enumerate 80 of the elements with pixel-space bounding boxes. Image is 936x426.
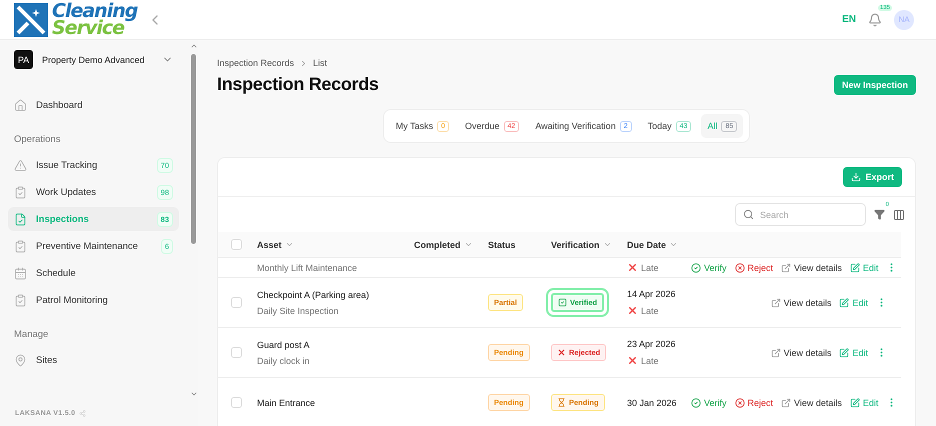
workspace-selector[interactable]: PA Property Demo Advanced xyxy=(8,50,179,69)
sort-icon xyxy=(669,240,678,249)
external-link-icon xyxy=(781,262,792,272)
due-date: 23 Apr 2026 xyxy=(627,339,677,349)
view-details-link[interactable]: View details xyxy=(770,298,832,308)
bell-icon[interactable] xyxy=(868,12,882,26)
due-note: Late xyxy=(627,262,691,273)
reject-link[interactable]: Reject xyxy=(734,398,774,408)
sort-icon xyxy=(284,240,294,249)
nav-item[interactable]: Schedule xyxy=(8,261,179,285)
column-header: Status xyxy=(488,240,517,250)
warning-icon xyxy=(14,158,27,172)
nav-item[interactable]: Patrol Monitoring xyxy=(8,288,179,312)
breadcrumb-item: List xyxy=(313,58,328,68)
clipboard-icon xyxy=(14,240,27,252)
asset-subtitle: Monthly Lift Maintenance xyxy=(257,262,358,272)
check-circle-icon xyxy=(691,262,701,272)
status-icon xyxy=(557,348,566,357)
x-circle-icon xyxy=(734,262,745,272)
file-check-icon xyxy=(14,212,27,226)
asset-subtitle: Daily Site Inspection xyxy=(257,306,340,316)
sort-icon xyxy=(464,240,473,249)
x-icon xyxy=(627,305,638,316)
reject-link[interactable]: Reject xyxy=(734,262,774,272)
download-icon xyxy=(851,172,862,182)
nav-section-label: Manage xyxy=(13,328,50,342)
x-circle-icon xyxy=(734,398,745,408)
home-icon xyxy=(14,98,27,112)
pen-square-icon xyxy=(850,262,860,272)
clipboard-icon xyxy=(14,294,27,306)
status-icon xyxy=(557,398,566,407)
external-link-icon xyxy=(781,398,792,408)
logo-text: Service xyxy=(52,20,124,36)
due-date: 14 Apr 2026 xyxy=(627,289,677,299)
column-header[interactable]: Verification xyxy=(551,240,627,250)
asset-title: Guard post A xyxy=(257,340,311,350)
x-icon xyxy=(627,262,638,273)
column-header[interactable]: Completed xyxy=(414,240,488,250)
asset-subtitle: Daily clock in xyxy=(257,356,311,366)
logo-text: Cleaning xyxy=(52,2,138,20)
column-header[interactable]: Asset xyxy=(257,240,414,250)
map-pin-icon xyxy=(14,354,27,366)
page-title: Inspection Records xyxy=(217,74,379,95)
columns-icon[interactable] xyxy=(893,208,905,220)
nav-section-label: Operations xyxy=(13,133,62,147)
pen-square-icon xyxy=(850,398,860,408)
search-icon xyxy=(743,209,754,220)
external-link-icon xyxy=(770,348,781,358)
scroll-down-icon[interactable] xyxy=(190,390,198,398)
view-details-link[interactable]: View details xyxy=(781,398,842,408)
pen-square-icon xyxy=(839,298,850,308)
nav-item[interactable]: Sites xyxy=(8,348,179,372)
row-checkbox[interactable] xyxy=(231,347,242,358)
due-date: 30 Jan 2026 xyxy=(627,398,678,408)
x-icon xyxy=(627,355,638,366)
workspace-avatar: PA xyxy=(14,50,33,69)
pen-square-icon xyxy=(839,348,850,358)
sort-icon xyxy=(602,240,612,249)
share-icon xyxy=(79,410,86,416)
row-checkbox[interactable] xyxy=(231,397,242,408)
asset-title: Main Entrance xyxy=(257,398,316,408)
due-note: Late xyxy=(627,305,691,316)
clipboard-icon xyxy=(14,186,27,198)
calendar-icon xyxy=(14,266,27,280)
check-circle-icon xyxy=(691,398,701,408)
scrollbar-thumb[interactable] xyxy=(191,54,196,244)
status-icon xyxy=(558,298,567,307)
view-details-link[interactable]: View details xyxy=(781,262,842,272)
breadcrumb-item[interactable]: Inspection Records xyxy=(217,58,294,68)
row-checkbox[interactable] xyxy=(231,297,242,308)
nav-item[interactable]: Dashboard xyxy=(8,93,179,117)
search-field[interactable]: Search xyxy=(735,203,866,226)
scroll-up-icon[interactable] xyxy=(190,42,198,50)
column-header[interactable]: Due Date xyxy=(627,240,691,250)
filter-icon[interactable] xyxy=(874,209,885,220)
asset-title: Checkpoint A (Parking area) xyxy=(257,290,370,300)
external-link-icon xyxy=(770,298,781,308)
view-details-link[interactable]: View details xyxy=(770,348,832,358)
due-note: Late xyxy=(627,355,691,366)
select-all-checkbox[interactable] xyxy=(231,239,242,250)
